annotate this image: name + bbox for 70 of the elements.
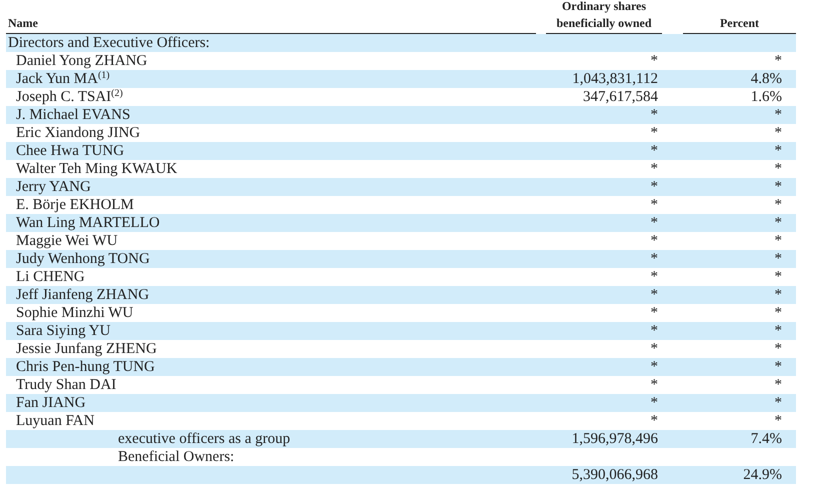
percent-cell: * <box>774 251 782 267</box>
name-cell: Jessie Junfang ZHENG <box>16 341 157 357</box>
name-cell: Luyuan FAN <box>16 413 94 429</box>
shares-cell: * <box>650 161 658 177</box>
shares-cell: 1,596,978,496 <box>572 431 658 447</box>
shares-cell: * <box>650 215 658 231</box>
percent-cell: * <box>774 53 782 69</box>
shares-cell: * <box>650 197 658 213</box>
percent-cell: * <box>774 287 782 303</box>
shares-cell: * <box>650 125 658 141</box>
name-cell: Jeff Jianfeng ZHANG <box>16 287 150 303</box>
percent-cell: * <box>774 413 782 429</box>
name-cell: Joseph C. TSAI$^{(2)}$ <box>16 89 123 105</box>
percent-cell: * <box>774 107 782 123</box>
shares-cell: * <box>650 359 658 375</box>
name-cell: Sophie Minzhi WU <box>16 305 134 321</box>
percent-cell: * <box>774 323 782 339</box>
shares-cell: * <box>650 395 658 411</box>
name-cell: Li CHENG <box>16 269 85 285</box>
name-cell: Jack Yun MA$^{(1)}$ <box>16 71 110 87</box>
percent-cell: * <box>774 125 782 141</box>
name-cell: Chris Pen-hung TUNG <box>16 359 155 375</box>
shares-cell: * <box>650 143 658 159</box>
name-cell: Beneficial Owners: <box>118 449 234 465</box>
shares-cell: 5,390,066,968 <box>572 467 658 483</box>
percent-cell: 7.4% <box>750 431 782 447</box>
name-cell: Wan Ling MARTELLO <box>16 215 160 231</box>
percent-cell: * <box>774 269 782 285</box>
shares-cell: * <box>650 341 658 357</box>
name-cell: Trudy Shan DAI <box>16 377 116 393</box>
percent-cell: 1.6% <box>750 89 782 105</box>
percent-cell: * <box>774 341 782 357</box>
name-cell: Walter Teh Ming KWAUK <box>16 161 178 177</box>
name-cell: Judy Wenhong TONG <box>16 251 150 267</box>
percent-cell: * <box>774 233 782 249</box>
shares-cell: * <box>650 233 658 249</box>
shares-cell: * <box>650 53 658 69</box>
percent-cell: * <box>774 179 782 195</box>
name-cell: Fan JIANG <box>16 395 86 411</box>
name-cell: J. Michael EVANS <box>16 107 130 123</box>
percent-cell: * <box>774 395 782 411</box>
name-cell: Daniel Yong ZHANG <box>16 53 148 69</box>
name-cell: Chee Hwa TUNG <box>16 143 124 159</box>
name-cell: Sara Siying YU <box>16 323 110 339</box>
name-cell: Jerry YANG <box>16 179 91 195</box>
section-heading: Directors and Executive Officers: <box>8 35 210 51</box>
shares-cell: * <box>650 377 658 393</box>
name-cell: Maggie Wei WU <box>16 233 118 249</box>
shares-cell: * <box>650 287 658 303</box>
percent-cell: * <box>774 377 782 393</box>
shares-cell: 347,617,584 <box>583 89 658 105</box>
shares-cell: * <box>650 323 658 339</box>
percent-cell: * <box>774 197 782 213</box>
name-cell: Eric Xiandong JING <box>16 125 140 141</box>
shares-cell: * <box>650 179 658 195</box>
percent-cell: 24.9% <box>743 467 782 483</box>
percent-cell: * <box>774 161 782 177</box>
percent-cell: 4.8% <box>750 71 782 87</box>
name-cell: E. Börje EKHOLM <box>16 197 134 213</box>
shares-cell: * <box>650 305 658 321</box>
percent-cell: * <box>774 359 782 375</box>
shares-cell: 1,043,831,112 <box>572 71 658 87</box>
name-cell: executive officers as a group <box>118 431 290 447</box>
percent-cell: * <box>774 305 782 321</box>
shares-cell: * <box>650 413 658 429</box>
shares-cell: * <box>650 269 658 285</box>
shares-cell: * <box>650 107 658 123</box>
percent-cell: * <box>774 215 782 231</box>
shares-cell: * <box>650 251 658 267</box>
percent-cell: * <box>774 143 782 159</box>
